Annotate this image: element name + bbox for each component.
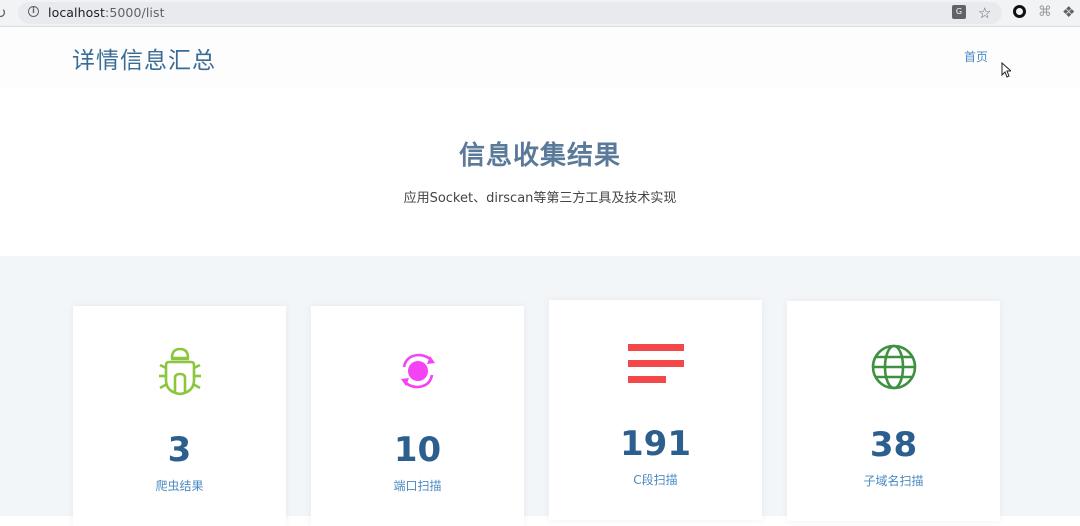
stat-card-subdomain[interactable]: 38 子域名扫描 bbox=[787, 301, 1000, 521]
sync-icon bbox=[311, 350, 524, 406]
site-title[interactable]: 详情信息汇总 bbox=[72, 41, 216, 75]
stat-card-port-scan[interactable]: 10 端口扫描 bbox=[311, 306, 524, 526]
stat-card-c-segment[interactable]: 191 C段扫描 bbox=[549, 300, 762, 520]
stat-count: 3 bbox=[167, 430, 192, 470]
reload-icon[interactable]: ↻ bbox=[0, 3, 7, 23]
stat-card-crawler[interactable]: 3 爬虫结果 bbox=[73, 306, 286, 526]
bars-icon bbox=[549, 344, 762, 400]
stat-label[interactable]: 端口扫描 bbox=[311, 477, 524, 494]
url-text[interactable]: localhost:5000/list bbox=[48, 5, 165, 21]
stats-section: 3 爬虫结果 10 端口扫描 191 C段扫描 38 子域名扫描 bbox=[0, 256, 1080, 526]
extensions-puzzle-icon[interactable]: ❖ bbox=[1062, 2, 1075, 22]
stat-label[interactable]: 爬虫结果 bbox=[73, 477, 286, 494]
extension-circle-icon[interactable] bbox=[1013, 5, 1026, 18]
address-bar[interactable]: i localhost:5000/list G ☆ bbox=[18, 2, 1002, 24]
nav-home-link[interactable]: 首页 bbox=[964, 48, 988, 65]
mouse-cursor-icon bbox=[1001, 62, 1011, 78]
bookmark-star-icon[interactable]: ☆ bbox=[978, 3, 991, 23]
globe-icon bbox=[787, 343, 1000, 399]
url-host: localhost bbox=[48, 5, 106, 20]
stat-count: 10 bbox=[393, 430, 442, 470]
stat-label[interactable]: 子域名扫描 bbox=[787, 472, 1000, 489]
stat-count: 191 bbox=[620, 424, 691, 464]
url-path: :5000/list bbox=[105, 5, 165, 20]
translate-icon[interactable]: G bbox=[952, 5, 966, 19]
site-info-icon[interactable]: i bbox=[28, 6, 39, 17]
stat-count: 38 bbox=[869, 425, 918, 465]
bug-icon bbox=[73, 346, 286, 402]
extension-link-icon[interactable]: ⌘ bbox=[1038, 3, 1052, 21]
stat-label[interactable]: C段扫描 bbox=[549, 471, 762, 488]
hero-section: 信息收集结果 应用Socket、dirscan等第三方工具及技术实现 bbox=[0, 87, 1080, 255]
site-header: 详情信息汇总 首页 bbox=[0, 27, 1080, 87]
hero-title: 信息收集结果 bbox=[458, 141, 621, 171]
hero-subtitle: 应用Socket、dirscan等第三方工具及技术实现 bbox=[403, 191, 677, 206]
browser-toolbar: ↻ i localhost:5000/list G ☆ ⌘ ❖ bbox=[0, 0, 1080, 27]
